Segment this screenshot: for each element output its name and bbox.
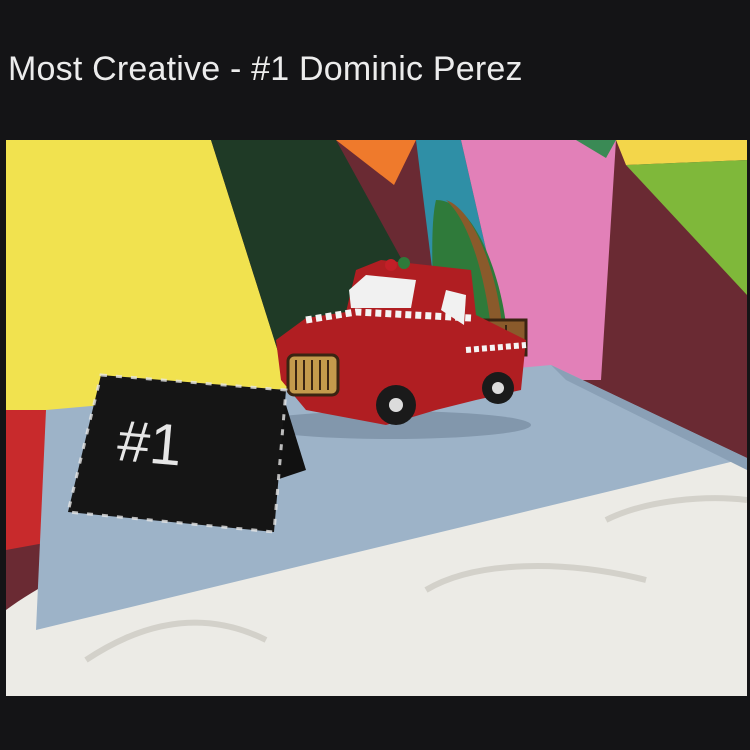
- gingerbread-truck-photo[interactable]: #1: [6, 140, 747, 696]
- number-card: #1: [66, 373, 306, 534]
- post-caption: Most Creative - #1 Dominic Perez: [8, 50, 523, 88]
- card-number-text: #1: [115, 408, 185, 478]
